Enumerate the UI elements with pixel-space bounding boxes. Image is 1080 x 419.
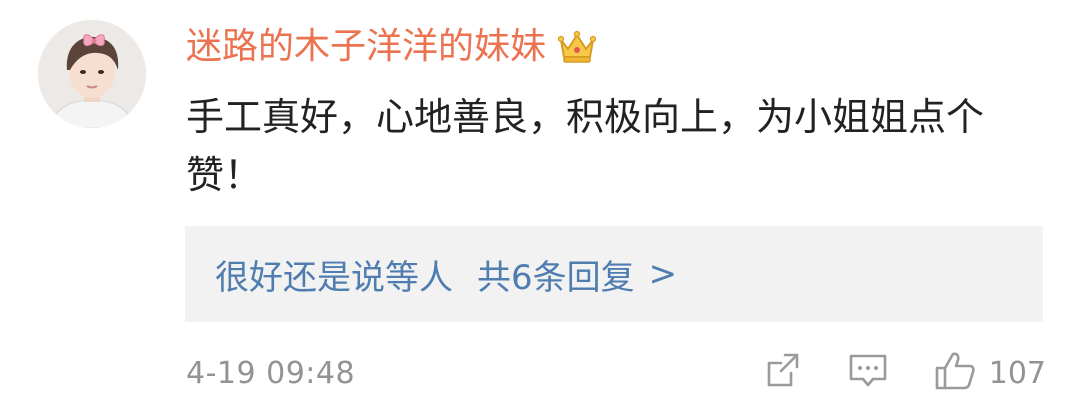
like-button[interactable]: 107 <box>933 350 1046 396</box>
timestamp: 4-19 09:48 <box>186 355 356 391</box>
crown-icon <box>556 30 598 64</box>
like-count: 107 <box>988 355 1046 391</box>
comment-footer: 4-19 09:48 107 <box>186 348 1046 398</box>
comment-card: 迷路的木子洋洋的妹妹 手工真好，心地善良，积极向上，为小姐姐点个赞！ 很好还是说… <box>0 0 1080 419</box>
avatar-image <box>38 20 146 128</box>
comment-icon <box>847 351 889 395</box>
chevron-right-icon: > <box>648 254 678 294</box>
comment-text: 手工真好，心地善良，积极向上，为小姐姐点个赞！ <box>186 95 985 197</box>
share-button[interactable] <box>763 351 803 395</box>
username-link[interactable]: 迷路的木子洋洋的妹妹 <box>186 22 546 72</box>
username-row: 迷路的木子洋洋的妹妹 <box>186 22 598 72</box>
view-replies-link[interactable]: 共6条回复 > <box>477 250 677 299</box>
reply-button[interactable] <box>847 351 889 395</box>
reply-preview[interactable]: 很好还是说等人 共6条回复 > <box>185 226 1043 322</box>
avatar[interactable] <box>38 20 146 128</box>
reply-author-link[interactable]: 很好还是说等人 <box>215 250 453 299</box>
share-icon <box>763 351 803 395</box>
reply-count-label: 共6条回复 <box>477 257 635 298</box>
action-bar: 107 <box>719 348 1046 398</box>
thumbs-up-icon <box>933 350 977 396</box>
